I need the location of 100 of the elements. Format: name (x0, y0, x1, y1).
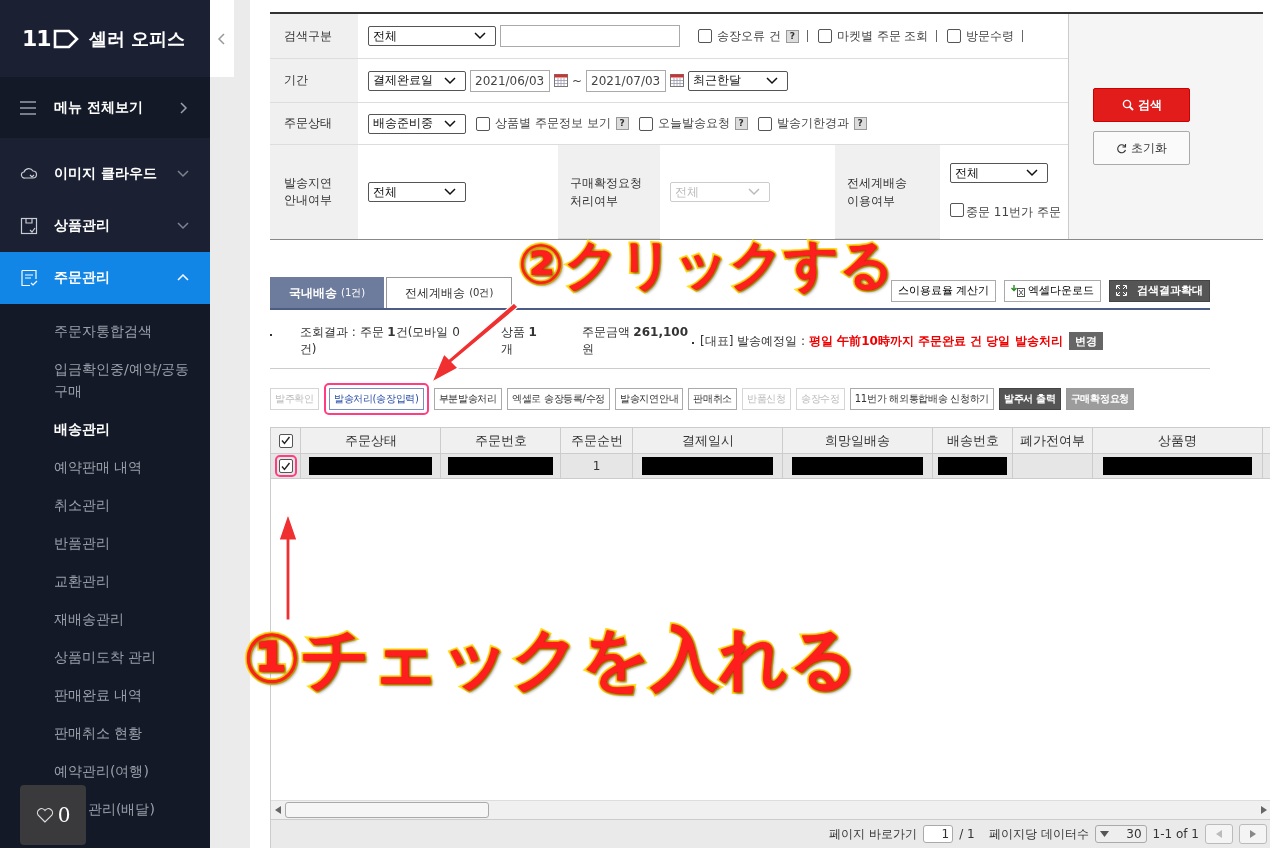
menu-section[interactable]: 이미지 클라우드 (0, 148, 210, 200)
checkbox[interactable] (698, 29, 712, 43)
page-total: / 1 (959, 827, 975, 841)
action-button[interactable]: 부분발송처리 (433, 388, 502, 410)
field-label: 구매확정요청 처리여부 (558, 145, 660, 239)
field-label: 발송지연 안내여부 (270, 145, 358, 239)
search-input[interactable] (500, 25, 680, 47)
refresh-icon (1116, 142, 1127, 154)
left-arrow-icon (275, 806, 281, 814)
menu-all-item[interactable]: 메뉴 전체보기 (0, 77, 210, 138)
checkbox-label: 상품별 주문정보 보기 (495, 115, 611, 132)
checkmark-icon (280, 460, 291, 472)
action-button[interactable]: 발주서 출력 (999, 388, 1061, 410)
column-header[interactable]: 희망일배송 (783, 427, 933, 454)
menu-section[interactable]: 상품관리 (0, 200, 210, 252)
tab[interactable]: 국내배송 (1건) (270, 277, 385, 308)
help-button[interactable]: ? (615, 117, 629, 130)
shipping-schedule-text: 평일 午前10時까지 주문완료 건 당일 발송처리 (809, 332, 1063, 350)
search-button[interactable]: 검색 (1093, 88, 1190, 122)
scrollbar[interactable] (271, 800, 1270, 819)
column-header[interactable]: 결제일시 (633, 427, 783, 454)
spreadsheet-download-icon (1011, 284, 1025, 297)
left-arrow-icon (1216, 830, 1222, 838)
document-icon (20, 269, 38, 287)
submenu-item[interactable]: 예약판매 내역 (0, 448, 210, 486)
column-header[interactable]: 폐가전여부 (1013, 427, 1093, 454)
logo-text: 11 (22, 26, 51, 51)
action-button[interactable]: 엑셀로 송장등록/수정 (506, 388, 611, 410)
help-button[interactable]: ? (785, 29, 799, 43)
dropdown[interactable]: 결제완료일 (368, 70, 466, 91)
column-header[interactable]: 배송번호 (933, 427, 1013, 454)
submenu-item[interactable]: 관리(배달) (88, 790, 210, 828)
dropdown[interactable]: 전체 (950, 163, 1048, 183)
submenu-item[interactable]: 입금확인중/예약/공동구매 (0, 350, 210, 410)
action-button[interactable]: 발송처리(송장입력) (328, 388, 424, 410)
action-button[interactable]: 판매취소 (688, 388, 738, 410)
calendar-icon[interactable] (670, 74, 685, 87)
action-button[interactable]: 발송지연안내 (615, 388, 684, 410)
submenu-item[interactable]: 주문자통합검색 (0, 312, 210, 350)
calendar-icon[interactable] (554, 74, 568, 87)
submenu-item[interactable]: 상품미도착 관리 (0, 638, 210, 676)
checkbox-label: 중문 11번가 주문 (966, 204, 1061, 221)
checkbox[interactable] (947, 29, 962, 43)
expand-icon (1116, 285, 1127, 296)
pagination-label: 페이지당 데이터수 (988, 825, 1089, 843)
dropdown[interactable]: 최근한달 (688, 70, 789, 91)
change-button[interactable]: 변경 (1068, 332, 1103, 350)
submenu-item[interactable]: 교환관리 (0, 562, 210, 600)
column-header[interactable]: 주문상태 (301, 427, 441, 454)
checkbox-label: 방문수령 (966, 27, 1015, 45)
help-button[interactable]: ? (734, 117, 748, 130)
checkbox[interactable] (757, 116, 772, 131)
menu-section[interactable]: 주문관리 (0, 252, 210, 304)
checkbox[interactable] (950, 203, 964, 217)
expand-results-button[interactable]: 검색결과확대 (1109, 279, 1210, 302)
reset-button[interactable]: 초기화 (1093, 131, 1190, 165)
submenu-item[interactable]: 판매완료 내역 (0, 676, 210, 714)
dropdown[interactable]: 전체 (368, 182, 466, 202)
next-page-button[interactable] (1239, 824, 1267, 844)
caret-icon (1099, 831, 1109, 837)
table-cell: 1 (561, 454, 633, 479)
field-label: 검색구분 (270, 14, 358, 59)
box-icon (20, 217, 38, 235)
submenu-item[interactable]: 재배송관리 (0, 600, 210, 638)
search-icon (1121, 99, 1134, 111)
checkmark-icon (280, 435, 291, 446)
logo-icon (52, 28, 79, 49)
checkbox-label: 마켓별 주문 조회 (836, 27, 929, 45)
checkbox-label: 발송기한경과 (776, 115, 849, 132)
column-header[interactable]: 상품명 (1093, 427, 1263, 454)
dropdown[interactable]: 배송준비중 (368, 113, 466, 134)
page-size-select[interactable]: 30 (1094, 825, 1147, 843)
like-widget[interactable]: 0 (20, 785, 86, 845)
excel-download-button[interactable]: 엑셀다운로드 (1004, 279, 1101, 302)
scrollbar-thumb[interactable] (285, 802, 489, 818)
heart-icon (35, 807, 54, 823)
checkbox[interactable] (278, 433, 293, 448)
checkbox[interactable] (817, 29, 832, 43)
checkbox-label: 오늘발송요청 (657, 115, 730, 132)
summary-text: 주문금액 261,100원 (581, 324, 689, 358)
checkbox[interactable] (476, 116, 490, 131)
right-arrow-icon (1261, 806, 1267, 814)
field-label: 기간 (270, 59, 358, 103)
column-header[interactable]: 주문순번 (561, 427, 633, 454)
dropdown[interactable]: 전체 (368, 26, 496, 46)
date-field[interactable]: 2021/07/03 (586, 69, 667, 92)
submenu-item[interactable]: 판매취소 현황 (0, 714, 210, 752)
field-label: 주문상태 (270, 103, 358, 145)
submenu-item[interactable]: 반품관리 (0, 524, 210, 562)
page-range: 1-1 of 1 (1152, 827, 1199, 841)
tab[interactable]: 전세계배송 (0건) (386, 277, 513, 308)
submenu-item[interactable]: 배송관리 (0, 410, 210, 448)
action-button[interactable]: 11번가 해외통합배송 신청하기 (849, 388, 994, 410)
checkbox[interactable] (638, 116, 653, 131)
submenu-item[interactable]: 취소관리 (0, 486, 210, 524)
column-header[interactable]: 주문번호 (441, 427, 561, 454)
calculator-button[interactable]: 스이용료율 계산기 (890, 279, 996, 302)
help-button[interactable]: ? (853, 117, 867, 130)
date-field[interactable]: 2021/06/03 (470, 69, 550, 92)
page-input[interactable]: 1 (923, 825, 954, 843)
